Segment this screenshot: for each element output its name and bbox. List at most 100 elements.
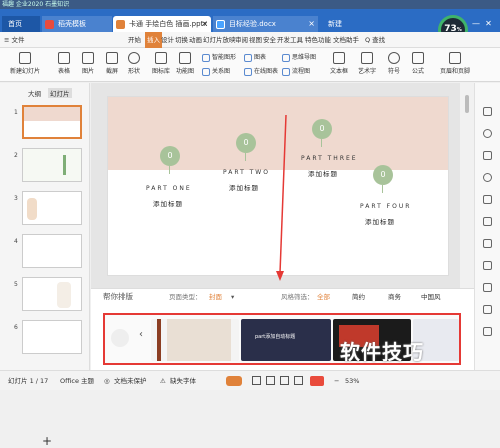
shield-icon: ◎ <box>104 377 110 385</box>
magic-layout-icon[interactable] <box>111 329 129 347</box>
menu-features[interactable]: 特色功能 <box>305 32 331 48</box>
online-chart-button[interactable]: 在线图表 <box>244 66 278 76</box>
style-business[interactable]: 商务 <box>388 289 401 305</box>
tab-presentation[interactable]: 卡通 手绘白色 插画.pptx × <box>113 16 211 32</box>
style-chinese[interactable]: 中国风 <box>421 289 441 305</box>
share-icon[interactable] <box>483 261 492 270</box>
prev-template-button[interactable]: ‹ <box>139 329 143 340</box>
play-slideshow-button[interactable] <box>310 376 324 386</box>
doc-protect-status[interactable]: 文档未保护 <box>114 371 147 391</box>
minimize-button[interactable]: — <box>472 19 480 28</box>
icon-library-button[interactable]: 图标库 <box>152 52 170 75</box>
reading-view-icon[interactable] <box>280 376 289 385</box>
normal-view-icon[interactable] <box>252 376 261 385</box>
smart-graphic-button[interactable]: 智能图形 <box>202 52 236 62</box>
menu-insert[interactable]: 插入 <box>145 32 162 48</box>
formula-button[interactable]: 公式 <box>412 52 424 75</box>
part-title-3[interactable]: PART THREE <box>301 155 358 162</box>
template-card[interactable]: part添加自动标题 <box>241 319 331 361</box>
menu-view[interactable]: 视图 <box>249 32 262 48</box>
mindmap-button[interactable]: 思维导图 <box>282 52 316 62</box>
part-title-1[interactable]: PART ONE <box>146 185 192 192</box>
smart-graphic-icon <box>202 53 210 62</box>
slide-thumbnail-4[interactable] <box>22 234 82 268</box>
slide-number: 2 <box>14 152 18 159</box>
close-tab-icon[interactable]: × <box>308 16 315 32</box>
notes-view-icon[interactable] <box>294 376 303 385</box>
help-icon[interactable] <box>483 305 492 314</box>
slide-thumbnail-1[interactable] <box>22 105 82 139</box>
star-icon[interactable] <box>483 151 492 160</box>
tab-slides[interactable]: 幻灯片 <box>48 88 72 98</box>
missing-font-status[interactable]: 缺失字体 <box>170 371 196 391</box>
new-slide-button[interactable]: 新建幻灯片 <box>10 52 40 75</box>
template-card[interactable] <box>151 319 239 361</box>
vertical-scrollbar[interactable] <box>460 83 474 288</box>
scrollbar-thumb[interactable] <box>465 95 469 113</box>
tab-home[interactable]: 首页 <box>2 16 40 32</box>
zoom-level[interactable]: 53% <box>345 371 359 391</box>
menu-security[interactable]: 安全 <box>263 32 276 48</box>
beautify-icon[interactable] <box>226 376 242 386</box>
part-subtitle-2[interactable]: 添加标题 <box>229 182 259 192</box>
slide-thumbnail-6[interactable] <box>22 320 82 354</box>
part-subtitle-4[interactable]: 添加标题 <box>365 216 395 226</box>
function-chart-button[interactable]: 功能图 <box>176 52 194 75</box>
tab-new[interactable]: 新建 <box>320 16 370 32</box>
part-subtitle-3[interactable]: 添加标题 <box>308 168 338 178</box>
menu-animation[interactable]: 动画 <box>189 32 202 48</box>
layout-icon[interactable] <box>483 217 492 226</box>
picture-icon[interactable] <box>483 239 492 248</box>
text-icon[interactable] <box>483 195 492 204</box>
chart-button[interactable]: 图表 <box>244 52 266 62</box>
menu-search[interactable]: Q 查找 <box>365 32 385 48</box>
menu-design[interactable]: 设计 <box>161 32 174 48</box>
add-slide-button[interactable]: + <box>42 434 52 448</box>
zoom-out-button[interactable]: − <box>334 371 339 391</box>
more-icon[interactable] <box>483 327 492 336</box>
page-type-dropdown[interactable]: 封面 <box>209 289 222 305</box>
style-simple[interactable]: 简约 <box>352 289 365 305</box>
part-title-4[interactable]: PART FOUR <box>360 203 411 210</box>
screenshot-icon <box>106 52 118 64</box>
slide-sorter-icon[interactable] <box>266 376 275 385</box>
tab-document[interactable]: 目标经验.docx × <box>213 16 318 32</box>
art-text-button[interactable]: 艺术字 <box>358 52 376 75</box>
select-icon[interactable] <box>483 107 492 116</box>
menu-transition[interactable]: 切换 <box>175 32 188 48</box>
section-marker-2: 0 <box>236 133 256 153</box>
slide-thumbnail-3[interactable] <box>22 191 82 225</box>
symbol-button[interactable]: 符号 <box>388 52 400 75</box>
part-subtitle-1[interactable]: 添加标题 <box>153 198 183 208</box>
menu-doc-assistant[interactable]: 文档助手 <box>333 32 359 48</box>
picture-button[interactable]: 图片 <box>82 52 94 75</box>
menu-devtools[interactable]: 开发工具 <box>277 32 303 48</box>
menu-start[interactable]: 开始 <box>128 32 141 48</box>
menu-file[interactable]: ≡ 文件 <box>4 32 25 48</box>
close-tab-icon[interactable]: × <box>201 16 208 32</box>
close-window-button[interactable]: ✕ <box>485 19 492 28</box>
flowchart-button[interactable]: 流程图 <box>282 66 310 76</box>
shape-button[interactable]: 形状 <box>128 52 140 75</box>
textbox-label: 文本框 <box>330 68 349 75</box>
slide-number: 5 <box>14 281 18 288</box>
relation-chart-button[interactable]: 关系图 <box>202 66 230 76</box>
style-all[interactable]: 全部 <box>317 289 330 305</box>
settings-icon[interactable] <box>483 173 492 182</box>
slide-thumbnail-2[interactable] <box>22 148 82 182</box>
chevron-down-icon[interactable]: ▾ <box>231 289 234 305</box>
menu-slideshow[interactable]: 幻灯片放映 <box>203 32 236 48</box>
backup-icon[interactable] <box>483 283 492 292</box>
tab-outline[interactable]: 大纲 <box>28 88 41 98</box>
tab-daoke-templates[interactable]: 稻壳模板 <box>42 16 112 32</box>
shape-icon[interactable] <box>483 129 492 138</box>
menu-review[interactable]: 审阅 <box>235 32 248 48</box>
slide-number: 4 <box>14 238 18 245</box>
font-warning-icon: ⚠ <box>160 377 166 385</box>
slide-thumbnail-5[interactable] <box>22 277 82 311</box>
textbox-button[interactable]: 文本框 <box>330 52 348 75</box>
header-footer-button[interactable]: 页眉和页脚 <box>440 52 470 75</box>
table-button[interactable]: 表格 <box>58 52 70 75</box>
part-title-2[interactable]: PART TWO <box>223 169 270 176</box>
screenshot-button[interactable]: 截屏 <box>106 52 118 75</box>
